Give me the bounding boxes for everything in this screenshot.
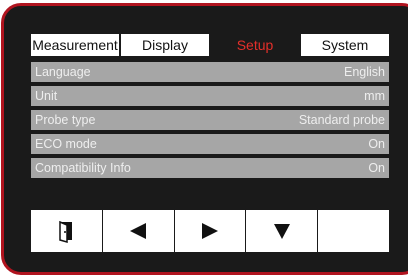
- setting-value: On: [368, 137, 385, 151]
- tab-display[interactable]: Display: [121, 34, 209, 56]
- setting-label: Probe type: [35, 113, 96, 127]
- previous-button[interactable]: [102, 210, 174, 252]
- exit-door-icon: [59, 220, 73, 243]
- next-button[interactable]: [174, 210, 246, 252]
- settings-list: Language English Unit mm Probe type Stan…: [31, 62, 389, 182]
- setting-row-compatibility-info[interactable]: Compatibility Info On: [31, 158, 389, 178]
- setting-row-probe-type[interactable]: Probe type Standard probe: [31, 110, 389, 130]
- tab-measurement[interactable]: Measurement: [31, 34, 119, 56]
- softkey-bar: [31, 210, 389, 252]
- tab-setup[interactable]: Setup: [211, 34, 299, 56]
- setting-value: mm: [364, 89, 385, 103]
- setting-label: Language: [35, 65, 91, 79]
- setting-row-unit[interactable]: Unit mm: [31, 86, 389, 106]
- exit-button[interactable]: [31, 210, 102, 252]
- setting-row-language[interactable]: Language English: [31, 62, 389, 82]
- setting-label: Unit: [35, 89, 58, 103]
- down-button[interactable]: [246, 210, 318, 252]
- arrow-right-icon: [201, 223, 218, 239]
- setting-value: English: [344, 65, 385, 79]
- setting-label: ECO mode: [35, 137, 97, 151]
- arrow-left-icon: [130, 223, 147, 239]
- blank-softkey[interactable]: [318, 210, 389, 252]
- setting-label: Compatibility Info: [35, 161, 131, 175]
- tab-system[interactable]: System: [301, 34, 389, 56]
- setting-value: Standard probe: [298, 113, 385, 127]
- tab-bar: Measurement Display Setup System: [31, 34, 389, 56]
- setting-value: On: [368, 161, 385, 175]
- arrow-down-icon: [273, 224, 290, 239]
- setting-row-eco-mode[interactable]: ECO mode On: [31, 134, 389, 154]
